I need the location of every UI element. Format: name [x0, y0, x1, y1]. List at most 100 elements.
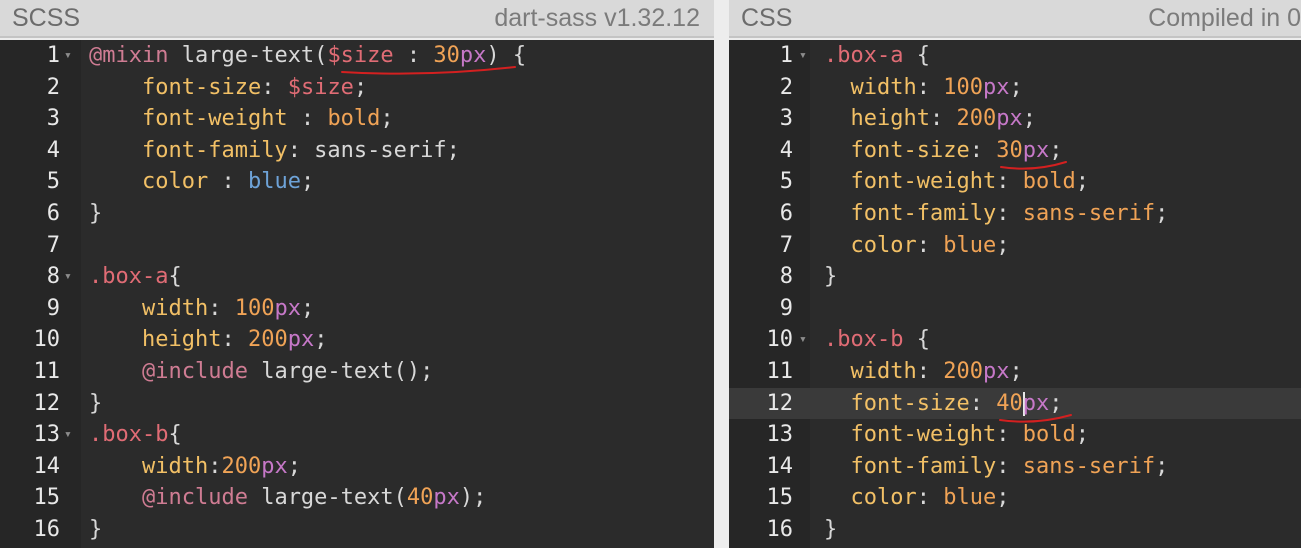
code-token: : sans-serif; — [287, 137, 460, 163]
code-token: : — [261, 74, 288, 100]
pane-divider[interactable] — [714, 0, 729, 548]
code-line[interactable]: 9 width: 100px; — [0, 293, 714, 325]
code-token: font-size — [141, 74, 262, 100]
chevron-down-icon[interactable]: ▾ — [64, 419, 72, 451]
code-line[interactable]: 5 color : blue; — [0, 166, 714, 198]
code-line[interactable]: 8} — [729, 261, 1301, 293]
code-token: px — [459, 43, 487, 68]
code-line[interactable]: 1 ▾ @mixin large-text($size : 30px) { — [0, 40, 714, 72]
code-token: color — [850, 232, 917, 258]
code-line[interactable]: 13 font-weight: bold; — [729, 419, 1301, 451]
line-number: 14 — [33, 453, 61, 479]
code-line[interactable]: 10 height: 200px; — [0, 324, 714, 356]
code-token: } — [89, 201, 103, 226]
code-text: color: blue; — [824, 230, 1010, 262]
code-token: width — [141, 453, 209, 479]
line-number: 16 — [766, 517, 794, 542]
code-line[interactable]: 9 — [729, 293, 1301, 325]
compiler-version-label: dart-sass v1.32.12 — [494, 3, 700, 32]
code-line[interactable]: 15 @include large-text(40px); — [0, 482, 714, 514]
css-output-editor[interactable]: 1 ▾ .box-a {2 width: 100px; 3 height: 200px… — [729, 40, 1301, 548]
code-text: font-weight: bold; — [824, 166, 1089, 198]
code-line[interactable]: 6} — [0, 198, 714, 230]
code-line[interactable]: 3 font-weight : bold; — [0, 103, 714, 135]
code-line[interactable]: 11 @include large-text(); — [0, 356, 714, 388]
code-token: 30 — [996, 137, 1023, 163]
code-line[interactable]: 12 font-size: 40px; — [729, 387, 1301, 420]
code-line[interactable]: 14 font-family: sans-serif; — [729, 451, 1301, 483]
code-token: blue — [247, 169, 301, 195]
code-token: 100 — [943, 74, 983, 100]
line-number: 5 — [779, 169, 793, 195]
code-token: 40 — [996, 390, 1023, 416]
code-line[interactable]: 1 ▾ .box-a { — [729, 40, 1301, 72]
code-line[interactable]: 8 ▾ .box-a{ — [0, 261, 714, 293]
code-token: bold — [1022, 169, 1076, 195]
line-number: 1 — [46, 43, 60, 68]
scss-code-editor[interactable]: 1 ▾ @mixin large-text($size : 30px) {2 fon… — [0, 40, 714, 548]
code-line[interactable]: 5 font-weight: bold; — [729, 166, 1301, 198]
code-line[interactable]: 16} — [729, 514, 1301, 546]
code-token: $size — [287, 74, 354, 100]
code-token: : — [969, 390, 997, 416]
chevron-down-icon[interactable]: ▾ — [64, 261, 72, 293]
line-number: 12 — [33, 390, 61, 416]
code-line[interactable]: 3 height: 200px; — [729, 103, 1301, 135]
code-token: 100 — [234, 295, 275, 321]
code-line[interactable]: 2 font-size: $size; — [0, 72, 714, 104]
code-line[interactable]: 4 font-size: 30px; — [729, 135, 1301, 167]
code-token: 200 — [943, 359, 983, 384]
code-token: ; — [1155, 453, 1169, 479]
code-token: .box-b — [824, 327, 904, 353]
code-token: font-size — [850, 137, 970, 163]
chevron-down-icon[interactable]: ▾ — [64, 40, 72, 72]
code-text: color: blue; — [824, 482, 1010, 514]
code-token: : — [916, 359, 944, 384]
code-text: font-size: $size; — [89, 72, 367, 104]
code-text: font-weight : bold; — [89, 103, 394, 135]
code-line[interactable]: 11 width: 200px; — [729, 356, 1301, 388]
code-token: large-text( — [168, 43, 328, 68]
code-token: 30 — [433, 43, 460, 68]
line-number: 8 — [46, 264, 60, 290]
code-token: px — [261, 453, 288, 479]
code-line[interactable]: 4 font-family: sans-serif; — [0, 135, 714, 167]
code-text: } — [824, 261, 837, 293]
code-token: sans-serif — [1022, 453, 1156, 479]
code-line[interactable]: 7 color: blue; — [729, 230, 1301, 262]
line-number: 7 — [779, 232, 793, 258]
line-number: 10 — [33, 327, 61, 353]
code-token: $size — [327, 43, 394, 68]
chevron-down-icon[interactable]: ▾ — [799, 324, 807, 356]
code-token: font-size — [850, 390, 970, 416]
code-token: px — [996, 106, 1023, 132]
line-number: 9 — [46, 295, 60, 321]
code-token: large-text( — [247, 485, 407, 511]
code-line[interactable]: 14 width:200px; — [0, 451, 714, 483]
code-line[interactable]: 15 color: blue; — [729, 482, 1301, 514]
code-line[interactable]: 10 ▾ .box-b { — [729, 324, 1301, 356]
code-token: : — [208, 295, 235, 321]
code-line[interactable]: 13 ▾ .box-b{ — [0, 419, 714, 451]
code-line[interactable]: 2 width: 100px; — [729, 72, 1301, 104]
code-line[interactable]: 16} — [0, 514, 714, 546]
code-token: 200 — [247, 327, 288, 353]
code-text: height: 200px; — [824, 103, 1036, 135]
code-text: width:200px; — [89, 451, 301, 483]
code-line[interactable]: 12} — [0, 388, 714, 420]
code-token: @mixin — [89, 43, 169, 68]
chevron-down-icon[interactable]: ▾ — [799, 40, 807, 72]
css-pane-header: CSS Compiled in 0 — [729, 0, 1301, 38]
code-line[interactable]: 7 — [0, 230, 714, 262]
code-token: .box-b — [89, 422, 169, 448]
scss-pane: SCSS dart-sass v1.32.12 1 ▾ @mixin large-t… — [0, 0, 714, 548]
code-text: width: 100px; — [824, 72, 1023, 104]
code-line[interactable]: 6 font-family: sans-serif; — [729, 198, 1301, 230]
code-token: : — [969, 137, 997, 163]
code-token: .box-a — [824, 43, 904, 68]
